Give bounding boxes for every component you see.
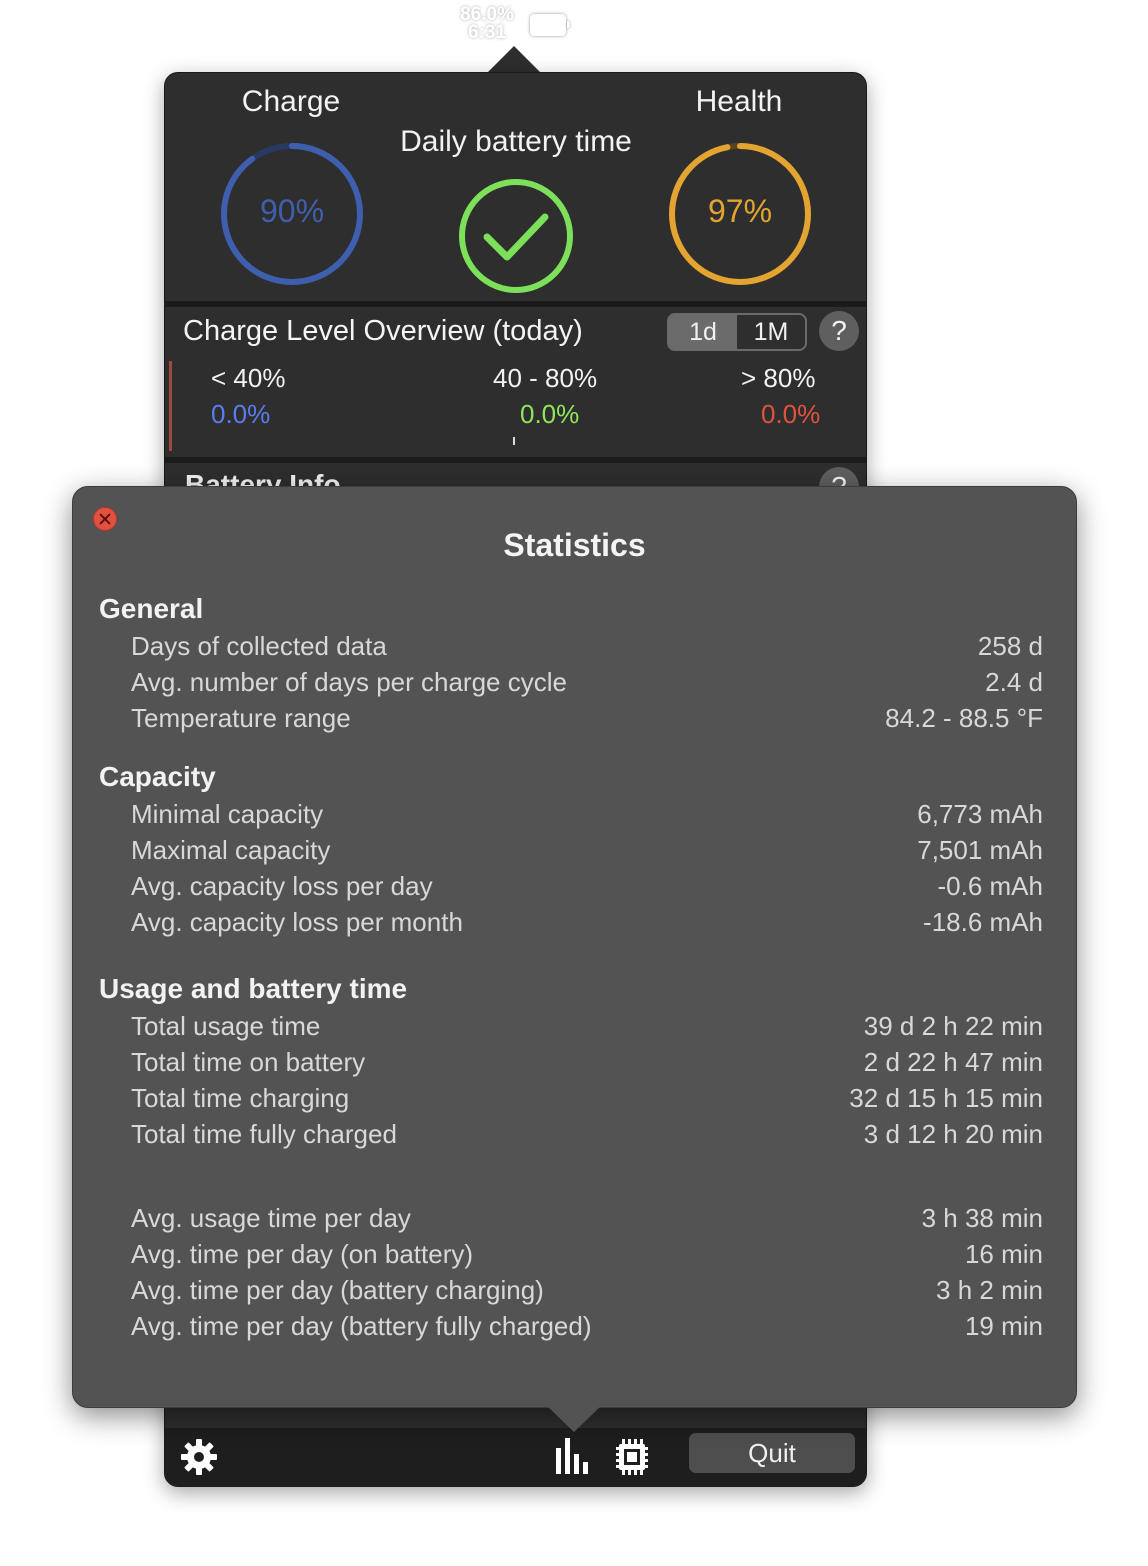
stat-value: 258 d [977, 631, 1043, 661]
stat-value: 32 d 15 h 15 min [849, 1083, 1043, 1113]
timeline-tick [513, 437, 515, 445]
stat-row: Temperature range 84.2 - 88.5 °F [131, 703, 1043, 739]
stat-value: 3 h 38 min [921, 1203, 1043, 1233]
statistics-arrow [547, 1406, 601, 1432]
stat-label: Temperature range [131, 703, 351, 733]
statistics-chart-icon[interactable] [553, 1436, 593, 1476]
stat-value: 16 min [964, 1239, 1043, 1269]
stat-label: Days of collected data [131, 631, 387, 661]
stat-row: Avg. time per day (battery charging) 3 h… [131, 1275, 1043, 1311]
menubar-battery-status[interactable]: 86.0% 6:31 [448, 5, 578, 44]
low-range-value: 0.0% [211, 399, 271, 429]
daily-status [457, 177, 575, 295]
range-option-1m[interactable]: 1M [737, 315, 805, 349]
battery-icon [530, 14, 570, 36]
stat-label: Total usage time [131, 1011, 321, 1041]
stat-value: 2 d 22 h 47 min [863, 1047, 1043, 1077]
stat-value: 2.4 d [985, 667, 1043, 697]
stat-row: Total time fully charged 3 d 12 h 20 min [131, 1119, 1043, 1155]
stat-value: 39 d 2 h 22 min [863, 1011, 1043, 1041]
high-range-label: > 80% [741, 363, 816, 393]
stat-row: Avg. number of days per charge cycle 2.4… [131, 667, 1043, 703]
stat-row: Avg. time per day (battery fully charged… [131, 1311, 1043, 1347]
mid-range-value: 0.0% [520, 399, 580, 429]
low-range-label: < 40% [211, 363, 286, 393]
stat-value: 6,773 mAh [917, 799, 1043, 829]
level-indicator [169, 361, 172, 451]
stat-label: Avg. time per day (battery fully charged… [131, 1311, 592, 1341]
stat-row: Avg. capacity loss per month -18.6 mAh [131, 907, 1043, 943]
stat-row: Total time charging 32 d 15 h 15 min [131, 1083, 1043, 1119]
stat-row: Days of collected data 258 d [131, 631, 1043, 667]
stat-row: Avg. capacity loss per day -0.6 mAh [131, 871, 1043, 907]
stat-row: Minimal capacity 6,773 mAh [131, 799, 1043, 835]
stat-label: Avg. time per day (battery charging) [131, 1275, 544, 1305]
stat-value: 19 min [964, 1311, 1043, 1341]
charge-value: 90% [259, 193, 325, 229]
stat-label: Total time charging [131, 1083, 350, 1113]
usage-section-title: Usage and battery time [99, 973, 408, 1004]
menubar-time: 6:31 [467, 22, 507, 43]
health-value: 97% [707, 193, 773, 229]
charge-level-overview: Charge Level Overview (today) 1d 1M ? < … [165, 307, 866, 457]
range-selector[interactable]: 1d 1M [667, 313, 807, 351]
stat-value: 7,501 mAh [917, 835, 1043, 865]
stat-value: -0.6 mAh [937, 871, 1044, 901]
mid-range-label: 40 - 80% [493, 363, 598, 393]
charge-title: Charge [241, 85, 341, 118]
gear-icon[interactable] [179, 1437, 219, 1477]
health-title: Health [695, 85, 783, 118]
overview-title: Charge Level Overview (today) [183, 315, 583, 347]
stat-row: Total usage time 39 d 2 h 22 min [131, 1011, 1043, 1047]
stat-value: 3 d 12 h 20 min [863, 1119, 1043, 1149]
stat-row: Avg. time per day (on battery) 16 min [131, 1239, 1043, 1275]
high-range-value: 0.0% [761, 399, 821, 429]
charge-gauge: 90% [219, 141, 365, 287]
processor-chip-icon[interactable] [611, 1436, 653, 1478]
capacity-section-title: Capacity [99, 761, 216, 792]
stat-row: Total time on battery 2 d 22 h 47 min [131, 1047, 1043, 1083]
gauge-section: Charge 90% Daily battery time Health 97% [165, 73, 866, 301]
health-gauge: 97% [667, 141, 813, 287]
stat-label: Avg. number of days per charge cycle [131, 667, 567, 697]
daily-title: Daily battery time [400, 125, 632, 158]
statistics-panel: Statistics General Days of collected dat… [72, 486, 1077, 1432]
stat-value: -18.6 mAh [923, 907, 1043, 937]
popover-arrow [488, 46, 540, 72]
stat-row: Avg. usage time per day 3 h 38 min [131, 1203, 1043, 1239]
stat-label: Minimal capacity [131, 799, 324, 829]
stat-row: Maximal capacity 7,501 mAh [131, 835, 1043, 871]
stat-value: 3 h 2 min [936, 1275, 1043, 1305]
section-divider [165, 457, 866, 463]
stat-value: 84.2 - 88.5 °F [885, 703, 1043, 733]
stat-label: Total time on battery [131, 1047, 366, 1077]
overview-help-button[interactable]: ? [819, 311, 859, 351]
stat-label: Avg. time per day (on battery) [131, 1239, 474, 1269]
menubar-readout: 86.0% 6:31 [452, 5, 522, 43]
range-option-1d[interactable]: 1d [669, 315, 737, 349]
stat-label: Avg. usage time per day [131, 1203, 411, 1233]
stat-label: Maximal capacity [131, 835, 331, 865]
stat-label: Total time fully charged [131, 1119, 397, 1149]
statistics-title: Statistics [503, 527, 646, 563]
stat-label: Avg. capacity loss per month [131, 907, 463, 937]
checkmark-icon [459, 179, 573, 293]
stat-label: Avg. capacity loss per day [131, 871, 433, 901]
general-section-title: General [99, 593, 204, 624]
quit-button[interactable]: Quit [689, 1433, 855, 1473]
footer-toolbar: Quit [165, 1428, 866, 1486]
